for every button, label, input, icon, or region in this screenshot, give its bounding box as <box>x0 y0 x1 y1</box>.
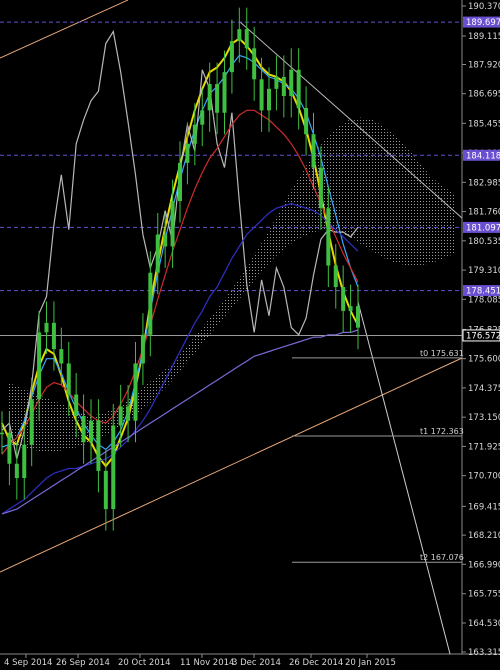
price-tick-label: 169.415 <box>468 502 500 512</box>
candle-body <box>111 425 116 510</box>
price-tick-label: 168.210 <box>468 531 500 541</box>
candle-body <box>59 349 64 364</box>
price-tick-label: 187.920 <box>468 60 500 70</box>
candle-body <box>274 76 279 89</box>
candle-body <box>81 415 86 443</box>
candle-body <box>289 69 294 97</box>
price-tick-label: 186.695 <box>468 90 500 100</box>
candle-body <box>103 470 108 510</box>
candle-body <box>222 72 227 113</box>
chart-container: t0 175.631 t1 172.363 t2 167.076 190.370 18… <box>0 0 500 670</box>
level-price-label: 178.451 <box>466 287 500 297</box>
candle-body <box>200 110 205 125</box>
candle-body <box>296 69 301 108</box>
candle-body <box>148 272 153 335</box>
candle-body <box>29 399 34 445</box>
candle-body <box>237 29 242 42</box>
candle-body <box>96 420 101 471</box>
candle-body <box>304 107 309 135</box>
candle-body <box>259 79 264 111</box>
candle-body <box>311 134 316 168</box>
level-price-label: 184.118 <box>466 151 500 161</box>
candle-body <box>118 406 123 426</box>
price-tick-label: 189.115 <box>468 32 500 42</box>
candle-body <box>348 306 353 311</box>
price-tick-label: 190.370 <box>468 2 500 12</box>
time-tick-label: 3 Dec 2014 <box>232 658 281 668</box>
candle-body <box>267 88 271 111</box>
candle-body <box>341 287 346 311</box>
candle-body <box>163 234 168 247</box>
projection-label: t0 175.631 <box>420 349 464 358</box>
price-tick-label: 165.755 <box>468 590 500 600</box>
current-price-label: 176.572 <box>466 331 500 341</box>
candle-body <box>192 124 197 144</box>
candle-body <box>252 48 257 80</box>
candle-body <box>37 332 42 400</box>
price-tick-label: 163.315 <box>468 648 500 658</box>
candle-body <box>356 306 360 328</box>
candle-body <box>51 322 56 350</box>
price-tick-label: 178.085 <box>468 295 500 305</box>
price-tick-label: 171.925 <box>468 442 500 452</box>
time-tick-label: 26 Sep 2014 <box>56 658 110 668</box>
projection-label: t1 172.363 <box>420 427 464 436</box>
price-tick-label: 175.600 <box>468 355 500 365</box>
candle-body <box>185 143 190 163</box>
price-tick-label: 166.990 <box>468 560 500 570</box>
candle-body <box>0 432 4 435</box>
candle-body <box>7 432 12 464</box>
candle-body <box>207 84 212 111</box>
price-chart: t0 175.631 t1 172.363 t2 167.076 190.370 18… <box>0 0 500 670</box>
price-tick-label: 173.150 <box>468 413 500 423</box>
price-tick-label: 170.700 <box>468 472 500 482</box>
candle-body <box>178 162 182 202</box>
candle-body <box>66 363 71 395</box>
candle-body <box>74 394 79 416</box>
time-tick-label: 20 Jan 2015 <box>345 658 396 668</box>
candle-body <box>44 322 49 333</box>
price-tick-label: 179.310 <box>468 266 500 276</box>
candle-body <box>244 29 249 49</box>
candle-body <box>281 76 286 97</box>
candle-body <box>126 406 131 421</box>
candle-body <box>22 444 27 479</box>
candle-body <box>215 84 220 113</box>
candle-body <box>326 208 331 266</box>
candle-body <box>133 363 138 421</box>
projection-label: t2 167.076 <box>420 553 464 562</box>
price-tick-label: 182.985 <box>468 178 500 188</box>
price-tick-label: 181.760 <box>468 208 500 218</box>
level-price-label: 189.697 <box>466 18 500 28</box>
time-tick-label: 26 Dec 2014 <box>289 658 343 668</box>
level-price-label: 181.097 <box>466 223 500 233</box>
price-tick-label: 180.535 <box>468 237 500 247</box>
candle-body <box>155 234 160 273</box>
time-tick-label: 20 Oct 2014 <box>118 658 171 668</box>
price-tick-label: 174.375 <box>468 384 500 394</box>
candle-body <box>229 41 234 73</box>
price-tick-label: 185.455 <box>468 119 500 129</box>
candle-body <box>318 167 323 209</box>
time-tick-label: 11 Nov 2014 <box>180 658 234 668</box>
candle-body <box>170 201 175 247</box>
time-tick-label: 4 Sep 2014 <box>4 658 52 668</box>
candle-body <box>14 463 19 479</box>
candle-body <box>89 420 93 443</box>
price-tick-label: 164.530 <box>468 619 500 629</box>
candle-body <box>333 265 338 288</box>
candle-body <box>140 334 145 364</box>
